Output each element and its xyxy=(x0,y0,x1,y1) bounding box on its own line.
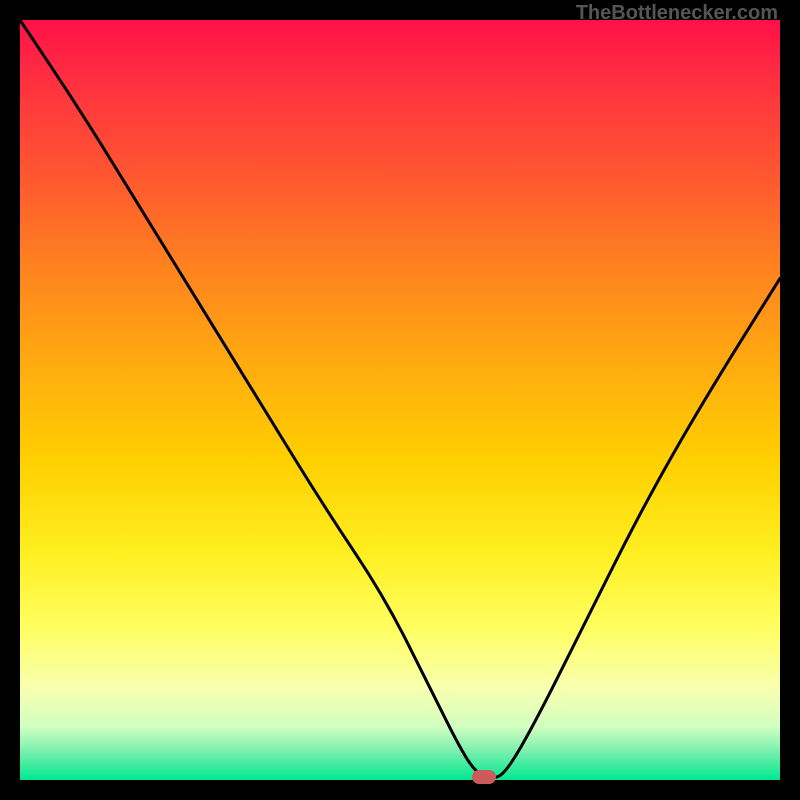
optimal-point-marker xyxy=(472,770,496,784)
source-caption: TheBottlenecker.com xyxy=(576,2,778,25)
chart-container: TheBottlenecker.com xyxy=(0,0,800,800)
plot-area xyxy=(20,20,780,780)
bottleneck-curve xyxy=(20,20,780,780)
